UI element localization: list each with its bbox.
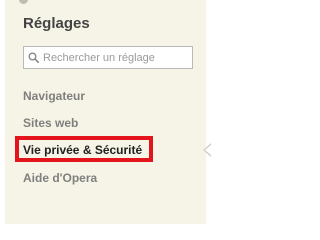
page-title: Réglages (23, 15, 90, 32)
selected-item-highlight (15, 136, 153, 162)
arrow-left-inner (205, 145, 211, 155)
settings-sidebar: Réglages Navigateur Sites web Vie privée… (0, 0, 211, 224)
sidebar-item-sites-web[interactable]: Sites web (23, 115, 78, 131)
search-icon (28, 52, 39, 63)
top-circle-icon (19, 0, 28, 4)
sidebar-item-aide-opera[interactable]: Aide d'Opera (23, 170, 97, 186)
search-input[interactable] (43, 47, 191, 68)
search-box[interactable] (23, 46, 193, 69)
sidebar-item-navigateur[interactable]: Navigateur (23, 88, 85, 104)
